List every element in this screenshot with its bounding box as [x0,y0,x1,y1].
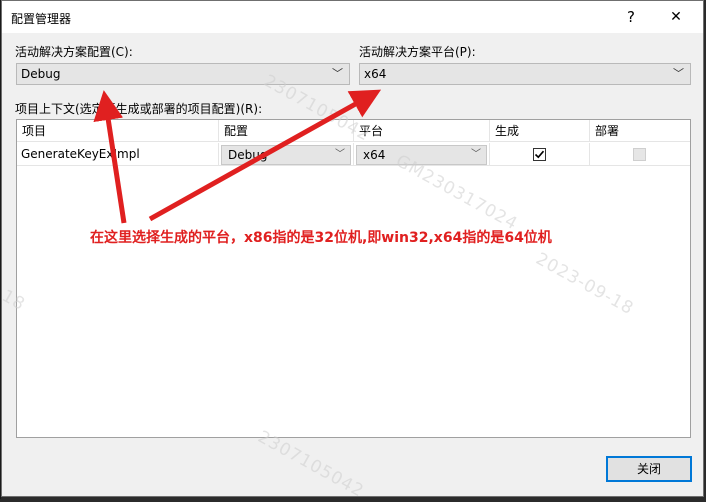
arrow-to-config [93,90,127,224]
config-manager-dialog: 配置管理器 ? ✕ 活动解决方案配置(C): Debug ﹀ 活动解决方案平台(… [0,0,704,502]
annotation-arrows [93,89,382,224]
arrow-to-platform [148,89,382,222]
annotation-text: 在这里选择生成的平台，x86指的是32位机,即win32,x64指的是64位机 [90,230,552,246]
